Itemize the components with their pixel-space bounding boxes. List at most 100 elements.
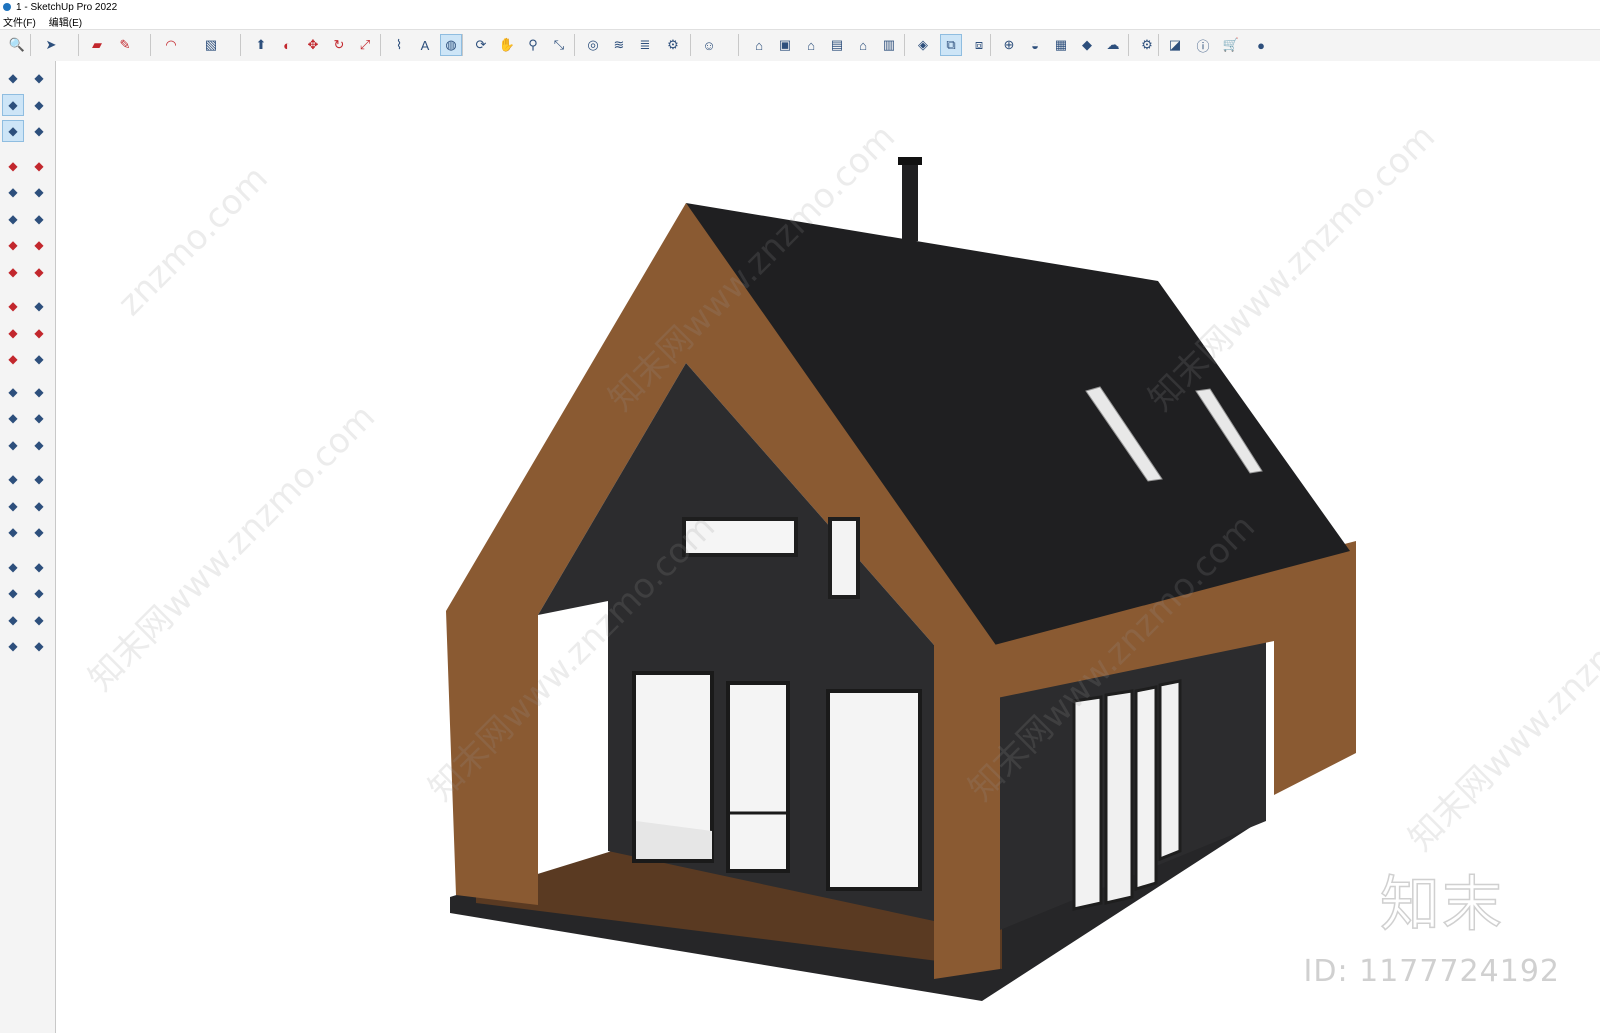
sidebar-protractor-icon[interactable]: ◆	[2, 407, 24, 429]
sidebar-move-icon[interactable]: ◆	[2, 295, 24, 317]
sidebar-orbit-icon[interactable]: ◆	[28, 67, 50, 89]
sidebar-rotate-icon[interactable]: ◆	[2, 322, 24, 344]
cloud-icon[interactable]: ☁	[1102, 34, 1124, 56]
sidebar-component-icon[interactable]: ◆	[2, 120, 24, 142]
sidebar-zoom-extents-icon[interactable]: ◆	[2, 521, 24, 543]
zoom-window-icon[interactable]: ⤡	[548, 34, 570, 56]
sidebar-arc-icon[interactable]: ◆	[2, 234, 24, 256]
outliner-icon[interactable]: ⧉	[940, 34, 962, 56]
sidebar-walk-icon[interactable]: ◆	[2, 582, 24, 604]
sidebar-pie-icon[interactable]: ◆	[2, 261, 24, 283]
pan-icon[interactable]: ✋	[496, 34, 518, 56]
right-view-icon[interactable]: ▤	[826, 34, 848, 56]
model-viewport[interactable]: znzmo.com 知末网www.znzmo.com 知末网www.znzmo.…	[56, 61, 1600, 1033]
move-icon[interactable]: ✥	[302, 34, 324, 56]
sidebar-axes-icon[interactable]: ◆	[2, 434, 24, 456]
sidebar-tape-measure-icon[interactable]: ◆	[2, 381, 24, 403]
iso-view-icon[interactable]: ⌂	[748, 34, 770, 56]
extensions-icon[interactable]: ⚙	[1136, 34, 1158, 56]
sidebar-section-plane-icon[interactable]: ◆	[28, 582, 50, 604]
sidebar-polygon-icon[interactable]: ◆	[28, 208, 50, 230]
sidebar-rectangle-icon[interactable]: ◆	[2, 181, 24, 203]
sidebar-tape-icon[interactable]: ◆	[28, 120, 50, 142]
tape-measure-icon[interactable]: ⌇	[388, 34, 410, 56]
warehouse-icon[interactable]: ◪	[1164, 34, 1186, 56]
left-view-icon[interactable]: ▥	[878, 34, 900, 56]
push-pull-icon[interactable]: ⬆	[250, 34, 272, 56]
toolbar-separator	[380, 34, 381, 56]
sidebar-select-icon[interactable]: ◆	[2, 67, 24, 89]
scale-icon[interactable]: ⤢	[354, 34, 376, 56]
sidebar-position-camera-icon[interactable]: ◆	[2, 556, 24, 578]
sidebar-shell-icon[interactable]: ◆	[2, 609, 24, 631]
sidebar-offset-icon[interactable]: ◆	[28, 348, 50, 370]
sidebar-tag-icon[interactable]: ◆	[28, 609, 50, 631]
rectangle-icon[interactable]: ▧	[200, 34, 222, 56]
title-bar: 1 - SketchUp Pro 2022	[0, 0, 1600, 14]
sidebar-section-display-icon[interactable]: ◆	[28, 635, 50, 657]
sidebar-push-pull-icon[interactable]: ◆	[28, 295, 50, 317]
side-window-1	[1072, 695, 1103, 911]
sidebar-dimension-icon[interactable]: ◆	[28, 381, 50, 403]
select-icon[interactable]: ➤	[40, 34, 62, 56]
scenes-icon[interactable]: ⧈	[968, 34, 990, 56]
user-icon[interactable]: ☺	[698, 34, 720, 56]
shadow-icon[interactable]: ◒	[1024, 34, 1046, 56]
main-toolbar: 🔍 ➤ ▰ ✎ ◠ ▧ ⬆ ◐ ✥ ↻ ⤢ ⌇ A ◍ ⟳ ✋ ⚲ ⤡ ◎ ≋ ≣ ⚙ ☺ ⌂ ▣ ⌂ ▤ ⌂ ▥ ◈ ⧉ ⧈ ⊕ ◒ ▦ ◆ ☁ ⚙ ◪ ⓘ…	[0, 29, 1600, 62]
follow-me-icon[interactable]: ◐	[276, 34, 298, 56]
sidebar-circle-icon[interactable]: ◆	[2, 208, 24, 230]
sidebar-freehand-icon[interactable]: ◆	[28, 155, 50, 177]
paint-bucket-icon[interactable]: ◍	[440, 34, 462, 56]
sidebar-zoom-window-icon[interactable]: ◆	[28, 495, 50, 517]
menu-bar: 文件(F) 编辑(E)	[0, 14, 1600, 29]
chimney	[902, 161, 918, 241]
back-view-icon[interactable]: ⌂	[852, 34, 874, 56]
line-icon[interactable]: ✎	[114, 34, 136, 56]
sidebar-eraser-icon[interactable]: ◆	[28, 94, 50, 116]
arc-icon[interactable]: ◠	[160, 34, 182, 56]
styles-icon[interactable]: ▦	[1050, 34, 1072, 56]
sidebar-previous-view-icon[interactable]: ◆	[28, 521, 50, 543]
outer-shell-icon[interactable]: ◎	[582, 34, 604, 56]
sidebar-paint-bucket-icon[interactable]: ◆	[2, 93, 24, 116]
front-view-icon[interactable]: ⌂	[800, 34, 822, 56]
rotate-icon[interactable]: ↻	[328, 34, 350, 56]
model-id: ID: 1177724192	[1303, 954, 1560, 989]
sidebar-follow-me-icon[interactable]: ◆	[28, 322, 50, 344]
sidebar-rotated-rect-icon[interactable]: ◆	[28, 181, 50, 203]
section-icon[interactable]: ⚙	[662, 34, 684, 56]
menu-file[interactable]: 文件(F)	[3, 14, 36, 29]
sidebar-text-icon[interactable]: ◆	[28, 407, 50, 429]
info-icon[interactable]: ⓘ	[1192, 34, 1214, 56]
sidebar-zoom-icon[interactable]: ◆	[2, 495, 24, 517]
sidebar-2pt-arc-icon[interactable]: ◆	[28, 234, 50, 256]
toolbar-separator	[240, 34, 241, 56]
add-location-icon[interactable]: ⊕	[998, 34, 1020, 56]
zoom-icon[interactable]: ⚲	[522, 34, 544, 56]
sidebar-layers-icon[interactable]: ◆	[2, 635, 24, 657]
orbit-icon[interactable]: ⟳	[470, 34, 492, 56]
zoom-extents-icon[interactable]: 🔍	[6, 34, 28, 56]
sidebar-line-icon[interactable]: ◆	[2, 155, 24, 177]
cart-icon[interactable]: 🛒	[1220, 34, 1242, 56]
layers-icon[interactable]: ≣	[634, 34, 656, 56]
account-icon[interactable]: ●	[1250, 34, 1272, 56]
text-icon[interactable]: A	[414, 34, 436, 56]
sidebar-orbit2-icon[interactable]: ◆	[2, 468, 24, 490]
materials-icon[interactable]: ◆	[1076, 34, 1098, 56]
toolbar-separator	[1128, 34, 1129, 56]
brand-logo: 知末	[1379, 869, 1504, 941]
front-door	[726, 681, 790, 873]
sidebar-look-around-icon[interactable]: ◆	[28, 556, 50, 578]
sidebar-3pt-arc-icon[interactable]: ◆	[28, 261, 50, 283]
toolbar-separator	[574, 34, 575, 56]
toolbar-separator	[904, 34, 905, 56]
top-view-icon[interactable]: ▣	[774, 34, 796, 56]
component-icon[interactable]: ◈	[912, 34, 934, 56]
menu-edit[interactable]: 编辑(E)	[49, 14, 82, 29]
tag-icon[interactable]: ≋	[608, 34, 630, 56]
sidebar-3d-text-icon[interactable]: ◆	[28, 434, 50, 456]
sidebar-pan-icon[interactable]: ◆	[28, 468, 50, 490]
sidebar-scale-icon[interactable]: ◆	[2, 348, 24, 370]
eraser-icon[interactable]: ▰	[86, 34, 108, 56]
